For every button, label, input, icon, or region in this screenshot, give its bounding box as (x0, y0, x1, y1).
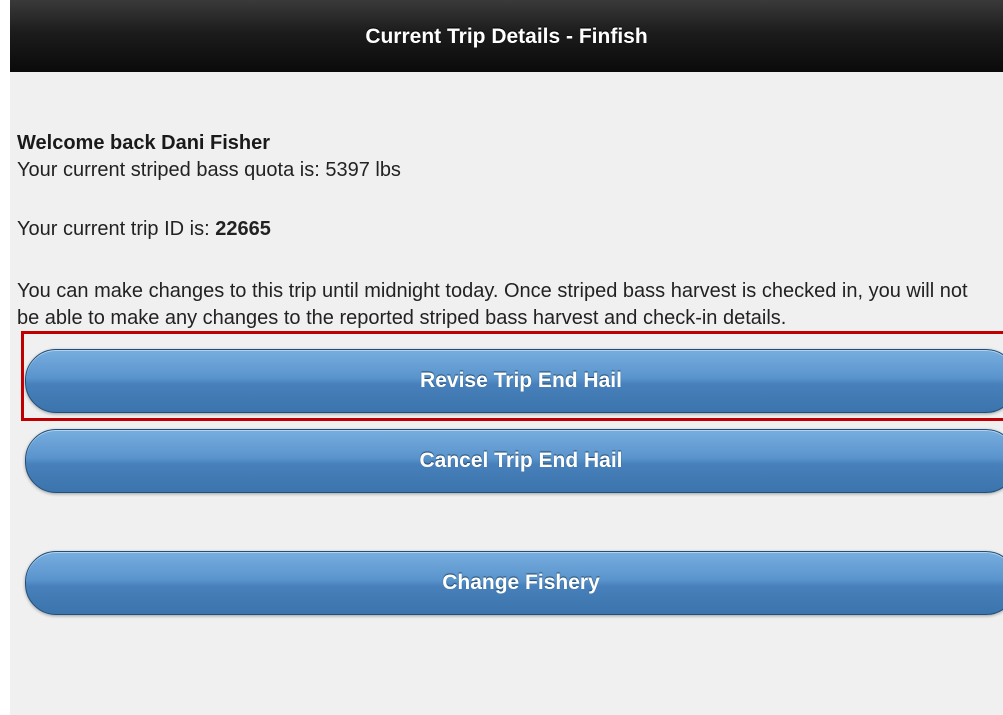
change-notice: You can make changes to this trip until … (17, 280, 968, 329)
page-header: Current Trip Details - Finfish (10, 0, 1003, 72)
quota-text: Your current striped bass quota is: 5397… (17, 159, 401, 181)
change-fishery-button[interactable]: Change Fishery (25, 551, 1003, 615)
app-frame: Current Trip Details - Finfish Welcome b… (10, 0, 1003, 715)
welcome-message: Welcome back Dani Fisher (17, 132, 271, 154)
page-title: Current Trip Details - Finfish (365, 25, 648, 48)
trip-id-line: Your current trip ID is: 22665 (17, 218, 271, 241)
trip-id-label: Your current trip ID is: (17, 218, 216, 240)
revise-trip-end-hail-button[interactable]: Revise Trip End Hail (25, 349, 1003, 413)
cancel-trip-end-hail-button[interactable]: Cancel Trip End Hail (25, 429, 1003, 493)
trip-id-value: 22665 (215, 218, 271, 240)
